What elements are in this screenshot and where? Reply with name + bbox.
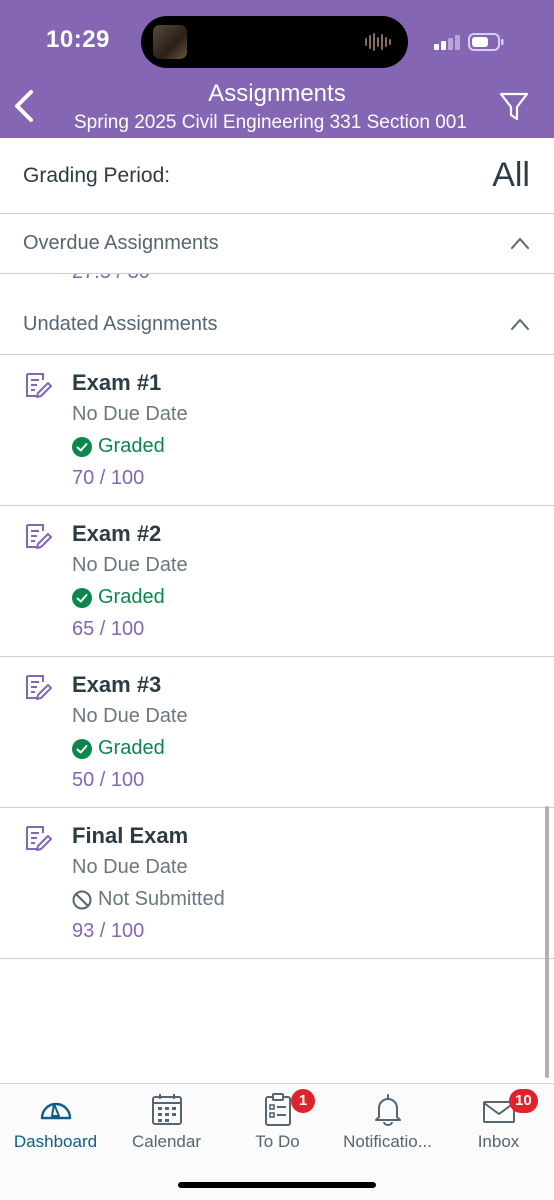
tab-label: To Do [255,1132,300,1151]
assignment-title: Exam #1 [72,370,162,395]
dynamic-island [141,16,408,68]
tab-inbox[interactable]: 10 Inbox [443,1084,554,1164]
assignment-score: 65 / 100 [72,618,145,640]
chevron-up-icon [511,319,529,330]
page-title: Assignments [208,80,346,107]
home-indicator[interactable] [178,1182,376,1188]
assignment-title: Exam #2 [72,521,162,546]
no-entry-icon [72,890,92,909]
filter-button[interactable] [496,88,532,124]
battery-icon [468,33,504,51]
now-playing-thumbnail [153,25,187,59]
assignment-score: 70 / 100 [72,467,145,489]
cellular-signal-icon [434,35,460,50]
grading-period-selector[interactable]: Grading Period: All [0,138,554,214]
assignment-item[interactable]: Exam #1 No Due Date Graded 70 / 100 [0,355,554,506]
assignment-status: Graded [72,586,165,609]
scrollbar[interactable] [545,806,549,1078]
tab-label: Notificatio... [343,1132,432,1151]
assignment-list: Exam #1 No Due Date Graded 70 / 100 Exam… [0,355,554,959]
assignment-icon [26,675,52,700]
check-circle-icon [72,436,92,457]
chevron-up-icon [511,238,529,249]
check-circle-icon [72,587,92,608]
section-label: Overdue Assignments [23,232,219,254]
assignment-icon [26,524,52,549]
assignment-score: 50 / 100 [72,769,145,791]
course-subtitle: Spring 2025 Civil Engineering 331 Sectio… [74,112,467,133]
grading-period-label: Grading Period: [23,164,171,187]
status-time: 10:29 [46,26,110,53]
assignment-due-date: No Due Date [72,856,188,878]
inbox-badge: 10 [509,1089,538,1113]
assignment-status-label: Not Submitted [98,888,225,910]
tab-calendar[interactable]: Calendar [111,1084,222,1164]
section-label: Undated Assignments [23,313,218,335]
header: 10:29 Assignments Spring 2025 Civil Engi… [0,0,554,138]
assignment-status: Graded [72,737,165,760]
bell-icon [374,1094,401,1126]
check-circle-icon [72,738,92,759]
tab-label: Dashboard [13,1132,98,1151]
overdue-item-peek: 27.5 / 30 [0,274,554,296]
tab-dashboard[interactable]: Dashboard [0,1084,111,1164]
assignment-icon [26,373,52,398]
assignment-status: Graded [72,435,165,458]
tab-label: Inbox [477,1132,520,1151]
assignment-title: Final Exam [72,823,189,848]
filter-icon [499,92,529,121]
assignment-due-date: No Due Date [72,554,188,576]
todo-badge: 1 [291,1089,315,1113]
assignment-status-label: Graded [98,435,165,457]
tab-label: Calendar [132,1132,201,1151]
assignment-title: Exam #3 [72,672,162,697]
tab-todo[interactable]: 1 To Do [222,1084,333,1164]
assignment-item[interactable]: Exam #3 No Due Date Graded 50 / 100 [0,657,554,808]
audio-waveform-icon [365,33,391,51]
dashboard-icon [40,1102,71,1120]
assignment-score: 93 / 100 [72,920,145,942]
assignment-due-date: No Due Date [72,705,188,727]
assignment-icon [26,826,52,851]
grading-period-value[interactable]: All [492,156,530,195]
section-header-overdue[interactable]: Overdue Assignments [0,214,554,274]
assignment-item[interactable]: Final Exam No Due Date Not Submitted 93 … [0,808,554,959]
section-header-undated[interactable]: Undated Assignments [0,295,554,355]
assignment-item[interactable]: Exam #2 No Due Date Graded 65 / 100 [0,506,554,657]
assignment-status-label: Graded [98,737,165,759]
tab-notifications[interactable]: Notificatio... [332,1084,443,1164]
assignment-status-label: Graded [98,586,165,608]
assignment-status: Not Submitted [72,888,225,911]
assignment-due-date: No Due Date [72,403,188,425]
todo-icon [264,1093,291,1126]
overdue-peek-score: 27.5 / 30 [72,274,150,284]
calendar-icon [151,1094,182,1125]
